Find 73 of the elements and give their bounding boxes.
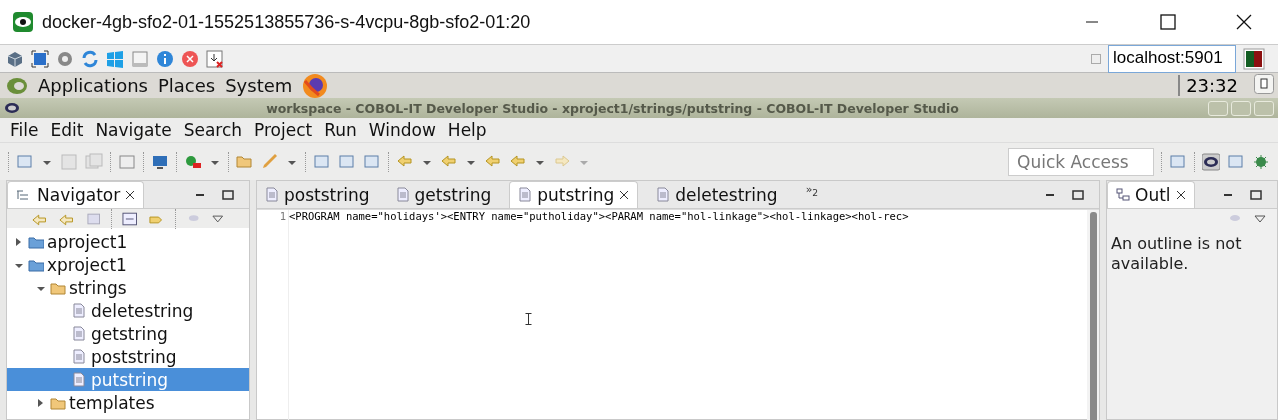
view-tab[interactable]: Outl [1107, 181, 1195, 208]
close-icon [1236, 14, 1252, 30]
tree-item[interactable]: poststring [7, 345, 249, 368]
menu-item[interactable]: Edit [50, 120, 84, 140]
tree-item[interactable]: templates [7, 391, 249, 414]
download-icon[interactable] [206, 49, 224, 68]
fullscreen-icon[interactable] [31, 49, 49, 68]
menu-item[interactable]: Run [324, 120, 357, 140]
window-title: docker-4gb-sfo2-01-1552513855736-s-4vcpu-8gb-sfo2-01:20 [42, 11, 532, 33]
menu-item[interactable]: File [10, 120, 39, 140]
window-title: workspace - COBOL-IT Developer Studio - xproject1/strings/putstring - COBOL-IT Developer Studio [265, 100, 960, 116]
maximize-icon[interactable] [1249, 188, 1263, 202]
file-icon [72, 302, 88, 319]
perspective-icon[interactable] [1202, 152, 1220, 171]
bug-icon[interactable] [1252, 152, 1270, 171]
editor-tab[interactable]: poststring [257, 181, 378, 208]
foot-logo-icon[interactable] [6, 75, 28, 96]
file-icon [518, 187, 533, 203]
menu-item[interactable]: Project [254, 120, 313, 140]
editor-tab[interactable]: deletestring [648, 181, 786, 208]
collapse-all-icon[interactable] [122, 211, 138, 226]
host-field[interactable]: localhost:5901 [1108, 44, 1236, 73]
close-icon[interactable] [125, 190, 136, 200]
panel-menu[interactable]: Applications [38, 75, 148, 96]
tree-item[interactable]: strings [7, 276, 249, 299]
view-tab[interactable]: Navigator [7, 181, 145, 208]
line-number: 1 [278, 210, 286, 222]
panel-menu[interactable]: Places [157, 75, 216, 96]
maximize-icon[interactable] [221, 188, 235, 202]
firefox-icon[interactable] [302, 72, 329, 99]
editor-tab[interactable]: putstring [509, 181, 639, 208]
windows-logo-icon[interactable] [106, 49, 124, 68]
maximize-icon[interactable] [1071, 188, 1085, 202]
eclipse-icon[interactable] [4, 101, 20, 115]
close-circle-icon[interactable] [181, 49, 199, 68]
file-icon [656, 186, 671, 203]
more-tabs-button[interactable]: »$_{2}$ [795, 182, 829, 208]
checkbox-icon[interactable] [1091, 53, 1101, 64]
quick-access-field[interactable]: Quick Access [1008, 147, 1154, 176]
menu-item[interactable]: Search [183, 120, 243, 140]
flag-icon[interactable] [1243, 47, 1265, 70]
scrollbar-thumb[interactable] [1089, 212, 1097, 420]
app-logo-icon [12, 11, 34, 33]
file-icon [265, 186, 279, 203]
tree-item[interactable]: getstring [7, 322, 249, 345]
file-icon [395, 186, 410, 203]
outline-icon [1116, 188, 1130, 202]
settings-icon[interactable] [56, 49, 74, 68]
tree-item[interactable]: xproject1 [7, 253, 249, 276]
menu-item[interactable]: Window [368, 120, 436, 140]
outline-message: An outline is not available. [1110, 233, 1243, 275]
file-icon [72, 371, 88, 388]
file-icon [72, 348, 88, 365]
back-icon[interactable] [31, 211, 49, 226]
tree-item[interactable]: deletestring [7, 299, 249, 322]
maximize-icon [1160, 14, 1176, 30]
view-menu-icon[interactable] [1253, 212, 1267, 225]
menu-item[interactable]: Help [447, 120, 487, 140]
tree-item[interactable]: aproject1 [7, 230, 249, 253]
clock: 23:32 [1178, 75, 1244, 96]
editor-tab[interactable]: getstring [387, 181, 500, 208]
code-line: <PROGRAM name="holidays'><ENTRY name="putholiday"><PARAM name="hol-linkage"><hol-linkage><hol-rec> [289, 210, 910, 222]
text-cursor-icon [525, 313, 532, 325]
refresh-icon[interactable] [81, 49, 99, 68]
file-icon [72, 325, 88, 342]
pencil-icon[interactable] [261, 152, 279, 171]
view-menu-icon[interactable] [211, 212, 225, 225]
close-icon[interactable] [1175, 190, 1186, 200]
menu-item[interactable]: Navigate [95, 120, 172, 140]
cube-icon[interactable] [6, 49, 24, 68]
panel-menu[interactable]: System [225, 75, 293, 96]
info-icon[interactable] [156, 49, 174, 68]
close-icon[interactable] [619, 190, 630, 200]
